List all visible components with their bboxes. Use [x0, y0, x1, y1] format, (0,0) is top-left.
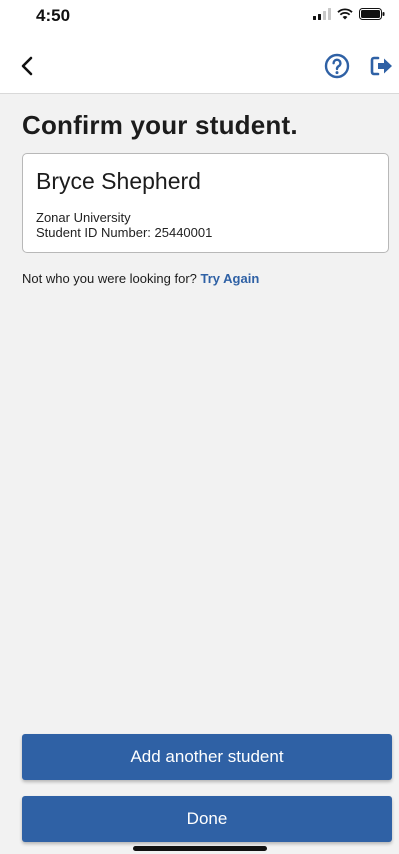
not-found-text: Not who you were looking for?: [22, 271, 197, 286]
page-title: Confirm your student.: [22, 110, 298, 140]
battery-icon: [359, 8, 385, 20]
wifi-icon: [337, 8, 353, 20]
nav-bar: [0, 40, 399, 94]
chevron-left-icon: [21, 56, 33, 76]
status-bar: 4:50: [0, 0, 399, 40]
sign-out-icon: [370, 56, 392, 76]
add-another-student-button[interactable]: Add another student: [22, 734, 392, 780]
student-name: Bryce Shepherd: [36, 168, 201, 194]
student-card: Bryce Shepherd Zonar University Student …: [22, 153, 389, 253]
help-button[interactable]: [323, 52, 351, 80]
not-found-prompt: Not who you were looking for? Try Again: [22, 271, 259, 286]
try-again-link[interactable]: Try Again: [201, 271, 260, 286]
student-id-number: 25440001: [154, 225, 213, 240]
student-id-label: Student ID Number:: [36, 225, 151, 240]
status-time: 4:50: [36, 6, 71, 25]
done-button[interactable]: Done: [22, 796, 392, 842]
logout-button[interactable]: [369, 53, 395, 79]
cellular-signal-icon: [313, 8, 331, 20]
student-school: Zonar University: [36, 210, 131, 225]
status-icons: [313, 6, 385, 22]
student-id-line: Student ID Number: 25440001: [36, 225, 212, 240]
back-button[interactable]: [14, 52, 42, 80]
home-indicator: [133, 846, 267, 851]
question-circle-icon: [324, 53, 350, 79]
